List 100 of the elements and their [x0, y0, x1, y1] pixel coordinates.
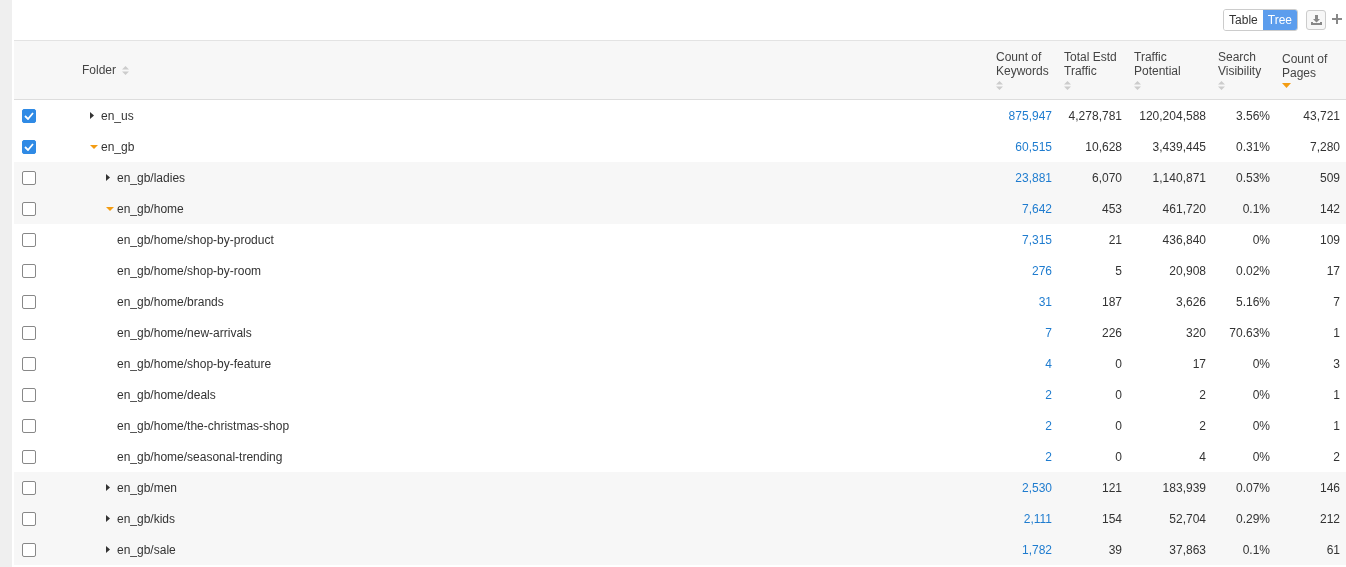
row-checkbox[interactable]	[22, 418, 36, 433]
download-icon	[1310, 15, 1322, 25]
folder-name: en_gb/home/shop-by-feature	[117, 356, 272, 371]
row-checkbox[interactable]	[22, 294, 36, 309]
row-checkbox[interactable]	[22, 511, 36, 526]
folder-name: en_gb	[101, 139, 135, 154]
folder-name: en_gb/home/brands	[117, 294, 224, 309]
table-cell: 146	[1319, 480, 1340, 495]
table-cell: 1	[1333, 325, 1340, 340]
row-checkbox[interactable]	[22, 325, 36, 340]
table-cell: 4	[1199, 449, 1206, 464]
table-cell: 183,939	[1162, 480, 1206, 495]
table-cell: 1,140,871	[1152, 170, 1206, 185]
keyword-count-link[interactable]: 23,881	[1015, 170, 1052, 185]
column-header[interactable]: Total Estd Traffic	[1064, 50, 1122, 78]
add-button[interactable]	[1332, 14, 1344, 26]
table-cell: 5	[1115, 263, 1122, 278]
table-cell: 453	[1101, 201, 1122, 216]
row-checkbox[interactable]	[22, 263, 36, 278]
table-cell: 0	[1115, 418, 1122, 433]
table-cell: 0%	[1252, 418, 1270, 433]
expand-caret-icon[interactable]	[90, 112, 94, 119]
table-cell: 2	[1199, 418, 1206, 433]
table-cell: 2	[1199, 387, 1206, 402]
folder-name: en_gb/home/new-arrivals	[117, 325, 252, 340]
column-header[interactable]: Search Visibility	[1218, 50, 1270, 78]
keyword-count-link[interactable]: 2	[1045, 418, 1052, 433]
table-cell: 1	[1333, 418, 1340, 433]
keyword-count-link[interactable]: 4	[1045, 356, 1052, 371]
row-checkbox[interactable]	[22, 542, 36, 557]
folder-name: en_gb/kids	[117, 511, 176, 526]
keyword-count-link[interactable]: 7,642	[1021, 201, 1052, 216]
table-cell: 120,204,588	[1139, 108, 1206, 123]
table-cell: 10,628	[1085, 139, 1122, 154]
collapse-caret-icon[interactable]	[106, 206, 114, 211]
folder-name: en_us	[101, 108, 134, 123]
collapse-caret-icon[interactable]	[90, 144, 98, 149]
table-cell: 436,840	[1162, 232, 1206, 247]
folder-name: en_gb/home/shop-by-room	[117, 263, 262, 278]
row-checkbox[interactable]	[22, 356, 36, 371]
row-checkbox[interactable]	[22, 232, 36, 247]
column-header[interactable]: Count of Pages	[1282, 52, 1340, 80]
keyword-count-link[interactable]: 7	[1045, 325, 1052, 340]
keyword-count-link[interactable]: 2,111	[1023, 511, 1052, 526]
keyword-count-link[interactable]: 60,515	[1015, 139, 1052, 154]
folder-name: en_gb/home/shop-by-product	[117, 232, 274, 247]
table-cell: 3,626	[1175, 294, 1206, 309]
table-cell: 70.63%	[1229, 325, 1270, 340]
keyword-count-link[interactable]: 2	[1045, 387, 1052, 402]
table-cell: 0.07%	[1235, 480, 1270, 495]
table-cell: 109	[1319, 232, 1340, 247]
table-cell: 20,908	[1169, 263, 1206, 278]
table-cell: 0.1%	[1242, 542, 1270, 557]
table-cell: 5.16%	[1235, 294, 1270, 309]
plus-icon	[1332, 14, 1342, 24]
folder-name: en_gb/home/the-christmas-shop	[117, 418, 290, 433]
row-checkbox[interactable]	[22, 449, 36, 464]
row-checkbox[interactable]	[22, 201, 36, 216]
expand-caret-icon[interactable]	[106, 546, 110, 553]
keyword-count-link[interactable]: 2	[1045, 449, 1052, 464]
row-checkbox[interactable]	[22, 170, 36, 185]
table-cell: 43,721	[1303, 108, 1340, 123]
expand-caret-icon[interactable]	[106, 174, 110, 181]
keyword-count-link[interactable]: 1,782	[1021, 542, 1052, 557]
table-cell: 7,280	[1309, 139, 1340, 154]
table-cell: 0	[1115, 449, 1122, 464]
table-cell: 17	[1192, 356, 1206, 371]
keyword-count-link[interactable]: 2,530	[1021, 480, 1052, 495]
table-cell: 21	[1108, 232, 1122, 247]
table-cell: 0.02%	[1235, 263, 1270, 278]
download-button[interactable]	[1306, 10, 1326, 30]
row-checkbox[interactable]	[22, 139, 36, 154]
sort-descending-icon[interactable]	[1282, 83, 1291, 88]
table-cell: 320	[1185, 325, 1206, 340]
row-checkbox[interactable]	[22, 108, 36, 123]
table-cell: 0.29%	[1235, 511, 1270, 526]
keyword-count-link[interactable]: 276	[1031, 263, 1052, 278]
table-cell: 226	[1101, 325, 1122, 340]
table-cell: 0%	[1252, 356, 1270, 371]
keyword-count-link[interactable]: 31	[1038, 294, 1052, 309]
table-cell: 6,070	[1091, 170, 1122, 185]
column-header[interactable]: Traffic Potential	[1134, 50, 1206, 78]
table-cell: 37,863	[1169, 542, 1206, 557]
keyword-count-link[interactable]: 875,947	[1008, 108, 1052, 123]
table-cell: 121	[1101, 480, 1122, 495]
folder-name: en_gb/home/seasonal-trending	[117, 449, 283, 464]
expand-caret-icon[interactable]	[106, 515, 110, 522]
table-cell: 3	[1333, 356, 1340, 371]
table-cell: 0%	[1252, 232, 1270, 247]
view-tab[interactable]: Tree	[1262, 10, 1297, 30]
expand-caret-icon[interactable]	[106, 484, 110, 491]
table-cell: 17	[1326, 263, 1340, 278]
table-cell: 212	[1319, 511, 1340, 526]
folder-name: en_gb/home	[117, 201, 184, 216]
column-header[interactable]: Count of Keywords	[996, 50, 1052, 78]
row-checkbox[interactable]	[22, 387, 36, 402]
column-header[interactable]: Folder	[82, 63, 116, 77]
keyword-count-link[interactable]: 7,315	[1021, 232, 1052, 247]
table-cell: 142	[1319, 201, 1340, 216]
row-checkbox[interactable]	[22, 480, 36, 495]
